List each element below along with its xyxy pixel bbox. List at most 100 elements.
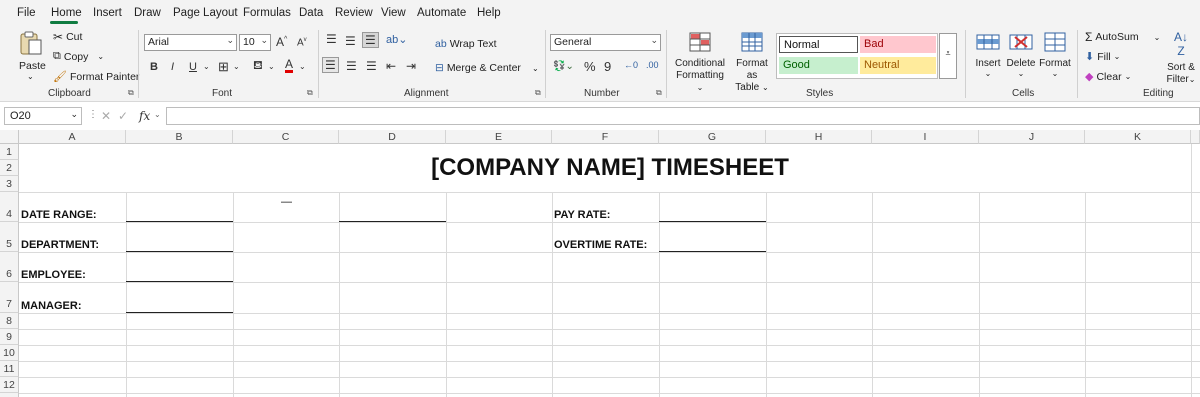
manager-field[interactable] [126,312,233,313]
number-format-select[interactable]: General ⌄ [550,34,661,51]
align-top-icon[interactable]: ☰ [326,32,337,46]
percent-icon[interactable]: % [584,59,596,74]
row-header-8[interactable]: 8 [0,313,19,329]
column-header-b[interactable]: B [126,130,233,144]
row-header-13[interactable] [0,393,19,397]
select-all-corner[interactable] [0,130,19,144]
increase-decimal-icon[interactable]: ←0 [624,60,638,70]
chevron-down-icon[interactable]: ⌄ [203,62,210,71]
font-size-select[interactable]: 10 ⌄ [239,34,271,51]
formula-input[interactable] [166,107,1200,125]
merge-center-button[interactable]: ⊟ Merge & Center ⌄ [435,62,539,74]
align-left-icon[interactable]: ☰ [322,57,339,73]
column-header-i[interactable]: I [872,130,979,144]
row-header-4[interactable]: 4 [0,192,19,222]
accounting-format-icon[interactable]: 💱⌄ [553,61,574,72]
wrap-text-button[interactable]: ab Wrap Text [435,38,497,50]
styles-more-button[interactable]: ⩡ [939,33,957,79]
enter-icon[interactable]: ✓ [118,109,128,123]
menu-view[interactable]: View [381,7,406,19]
align-bottom-icon[interactable]: ☰ [362,32,379,48]
row-header-6[interactable]: 6 [0,252,19,282]
menu-data[interactable]: Data [299,7,323,19]
column-header-j[interactable]: J [979,130,1085,144]
menu-help[interactable]: Help [477,7,501,19]
italic-button[interactable]: I [171,61,174,73]
format-painter-button[interactable]: 🖌 Format Painter [53,70,139,84]
increase-font-icon[interactable]: A^ [276,35,287,49]
row-header-5[interactable]: 5 [0,222,19,252]
conditional-formatting-button[interactable]: Conditional Formatting ⌄ [673,30,727,92]
bold-button[interactable]: B [150,61,158,73]
column-header-e[interactable]: E [446,130,552,144]
column-header-h[interactable]: H [766,130,872,144]
fill-color-icon[interactable]: ⛾ [253,58,263,74]
column-header-l[interactable] [1191,130,1200,144]
autosum-button[interactable]: Σ AutoSum ⌄ [1085,30,1160,44]
sort-filter-button[interactable]: A↓ Z Sort & Filter⌄ [1162,30,1200,85]
cut-button[interactable]: ✂ Cut [53,30,82,44]
comma-style-icon[interactable]: 9 [604,59,611,74]
format-as-table-button[interactable]: Format as Table ⌄ [730,30,774,93]
align-right-icon[interactable]: ☰ [366,59,377,73]
orientation-icon[interactable]: ab⌄ [386,33,407,46]
alignment-launcher-icon[interactable]: ⧉ [535,88,541,98]
font-launcher-icon[interactable]: ⧉ [307,88,313,98]
fill-button[interactable]: ⬇ Fill ⌄ [1085,50,1120,64]
underline-button[interactable]: U [189,61,197,73]
row-header-1[interactable]: 1 [0,144,19,160]
style-neutral[interactable]: Neutral [860,57,936,74]
style-bad[interactable]: Bad [860,36,936,53]
paste-button[interactable]: Paste ⌄ [16,30,46,82]
column-header-g[interactable]: G [659,130,766,144]
menu-formulas[interactable]: Formulas [243,7,291,19]
overtime-rate-field[interactable] [659,251,766,252]
borders-icon[interactable]: ⊞ [218,59,229,75]
row-header-12[interactable]: 12 [0,377,19,393]
department-field[interactable] [126,251,233,252]
column-header-c[interactable]: C [233,130,339,144]
column-header-a[interactable]: A [19,130,126,144]
insert-function-icon[interactable]: fx [139,109,150,123]
name-box[interactable]: O20 ⌄ [4,107,82,125]
row-header-10[interactable]: 10 [0,345,19,361]
more-options-icon[interactable]: ⋮ [88,109,98,120]
row-header-11[interactable]: 11 [0,361,19,377]
menu-page-layout[interactable]: Page Layout [173,7,238,19]
font-color-icon[interactable]: A [285,58,294,73]
font-family-select[interactable]: Arial ⌄ [144,34,237,51]
date-range-start-field[interactable] [126,221,233,222]
decrease-indent-icon[interactable]: ⇤ [386,59,396,73]
column-header-f[interactable]: F [552,130,659,144]
delete-cells-button[interactable]: Delete ⌄ [1006,30,1036,84]
chevron-down-icon[interactable]: ⌄ [268,62,275,71]
insert-cells-button[interactable]: Insert ⌄ [972,30,1004,84]
row-header-9[interactable]: 9 [0,329,19,345]
menu-file[interactable]: File [17,7,36,19]
chevron-down-icon[interactable]: ⌄ [233,62,240,71]
employee-field[interactable] [126,281,233,282]
clipboard-launcher-icon[interactable]: ⧉ [128,88,134,98]
decrease-font-icon[interactable]: Av [297,37,307,48]
cancel-icon[interactable]: ✕ [101,109,111,123]
style-normal[interactable]: Normal [779,36,858,53]
format-cells-button[interactable]: Format ⌄ [1038,30,1072,84]
pay-rate-field[interactable] [659,221,766,222]
style-good[interactable]: Good [779,57,858,74]
menu-draw[interactable]: Draw [134,7,161,19]
menu-automate[interactable]: Automate [417,7,466,19]
copy-button[interactable]: ⧉ Copy ⌄ [53,50,104,63]
row-header-2[interactable]: 2 [0,160,19,176]
row-header-7[interactable]: 7 [0,282,19,313]
column-header-k[interactable]: K [1085,130,1191,144]
menu-insert[interactable]: Insert [93,7,122,19]
menu-review[interactable]: Review [335,7,373,19]
date-range-end-field[interactable] [339,221,446,222]
increase-indent-icon[interactable]: ⇥ [406,59,416,73]
number-launcher-icon[interactable]: ⧉ [656,88,662,98]
align-center-icon[interactable]: ☰ [346,59,357,73]
align-middle-icon[interactable]: ☰ [345,34,356,48]
chevron-down-icon[interactable]: ⌄ [299,62,306,71]
row-header-3[interactable]: 3 [0,176,19,192]
column-header-d[interactable]: D [339,130,446,144]
